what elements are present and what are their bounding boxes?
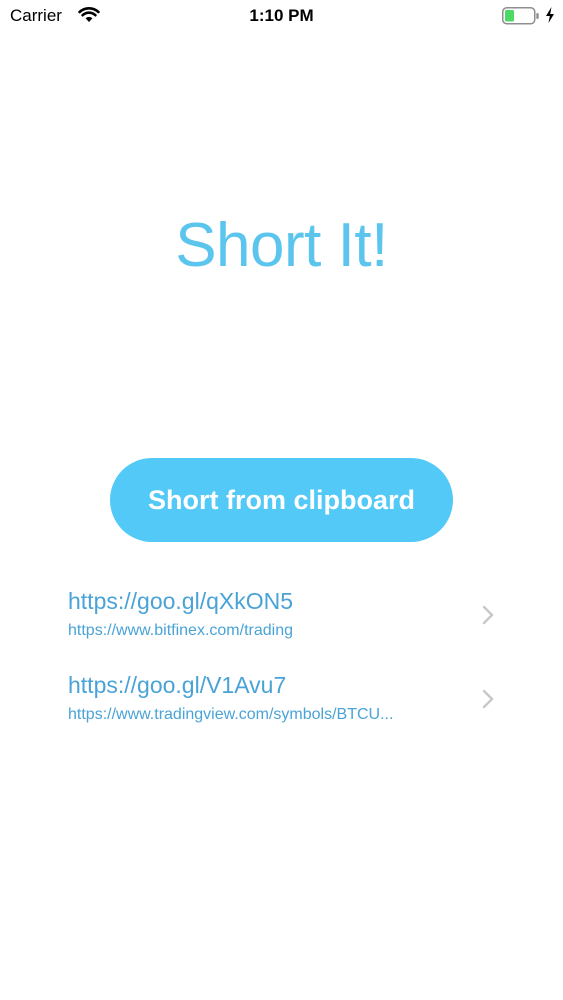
short-url: https://goo.gl/qXkON5 [68, 588, 294, 614]
link-row-2[interactable]: https://goo.gl/V1Avu7 https://www.tradin… [0, 664, 563, 748]
charging-bolt-icon [545, 7, 555, 28]
short-from-clipboard-button[interactable]: Short from clipboard [110, 458, 453, 542]
short-url: https://goo.gl/V1Avu7 [68, 672, 287, 698]
app-title: Short It! [175, 211, 388, 280]
status-bar: Carrier 1:10 PM [0, 0, 563, 32]
battery-icon [502, 7, 540, 30]
chevron-right-icon [480, 604, 496, 631]
chevron-right-icon [480, 688, 496, 715]
link-row-1[interactable]: https://goo.gl/qXkON5 https://www.bitfin… [0, 580, 563, 664]
original-url: https://www.tradingview.com/symbols/BTCU… [68, 706, 394, 723]
shortened-links-list: https://goo.gl/qXkON5 https://www.bitfin… [0, 580, 563, 748]
status-time: 1:10 PM [249, 6, 314, 25]
original-url: https://www.bitfinex.com/trading [68, 622, 293, 639]
